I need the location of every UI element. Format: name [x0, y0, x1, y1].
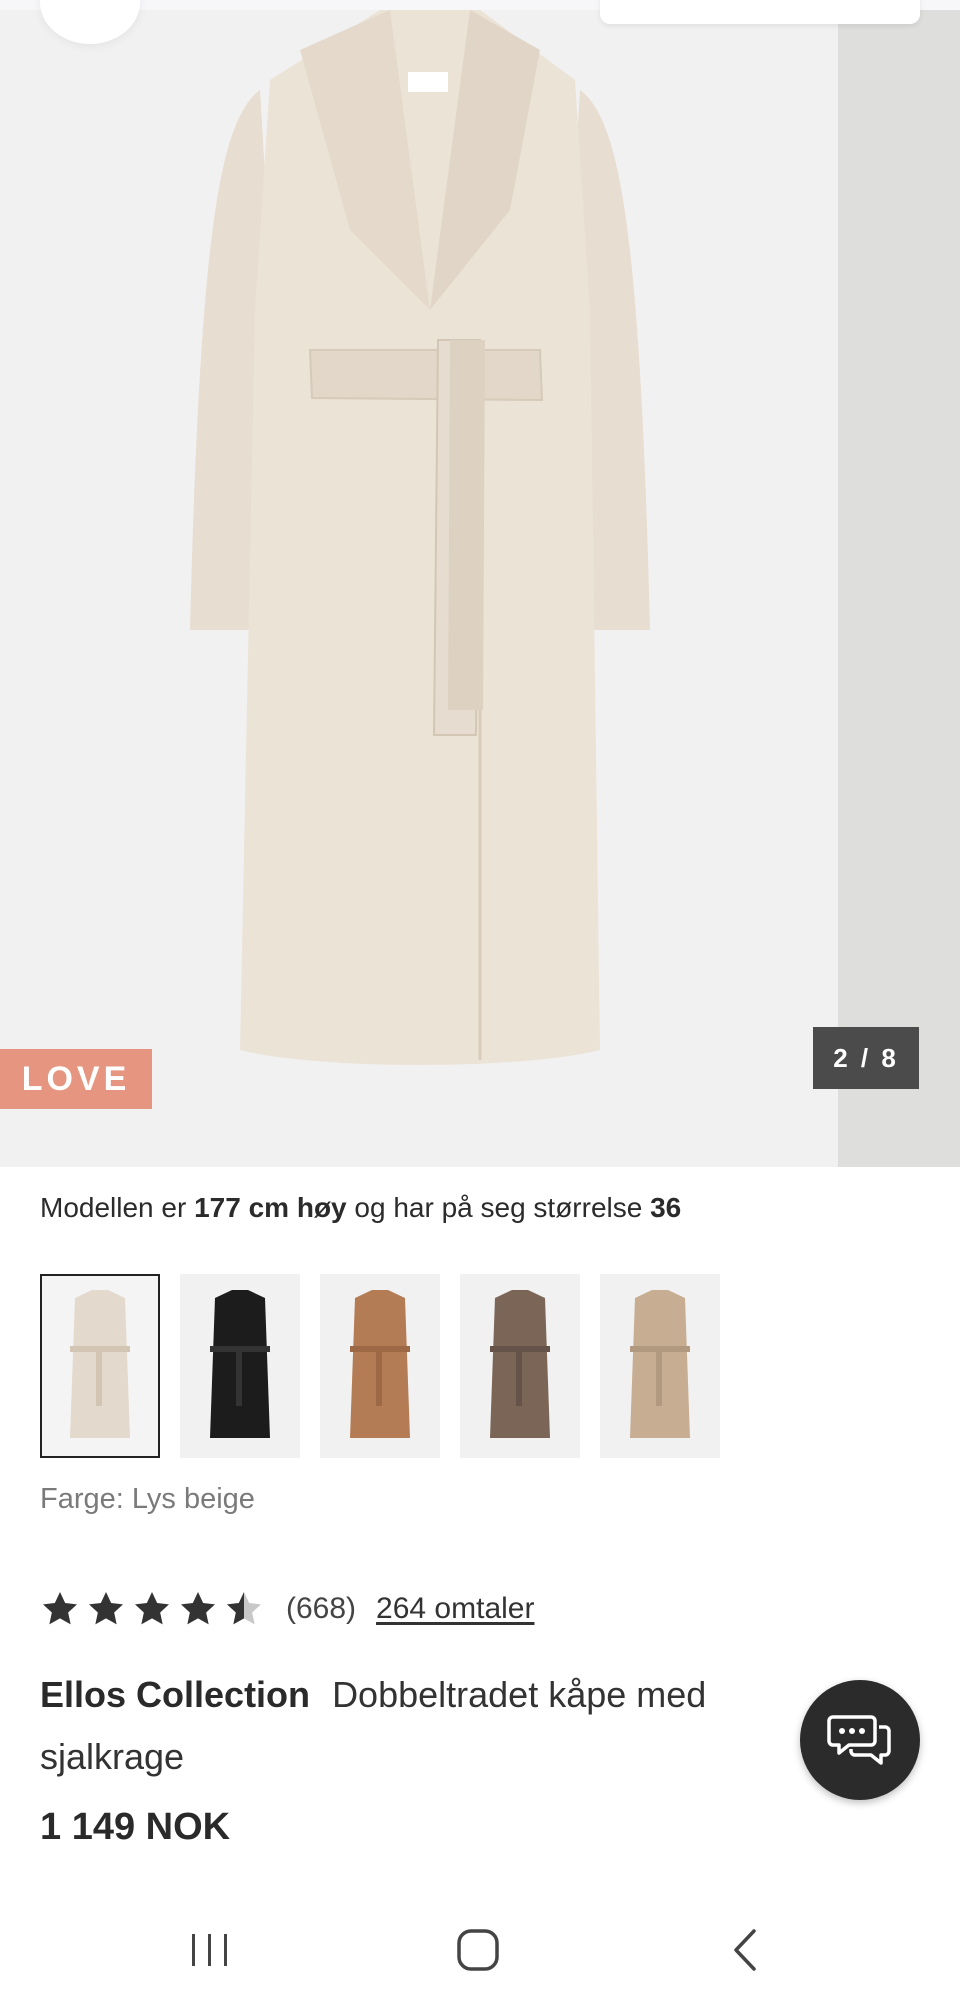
- chat-bubbles-icon: [827, 1715, 891, 1765]
- swatch-coat-icon: [630, 1290, 690, 1438]
- swatch-camel[interactable]: [320, 1274, 440, 1458]
- love-badge: LOVE: [0, 1049, 152, 1109]
- model-info-middle: og har på seg størrelse: [354, 1192, 643, 1223]
- recent-apps-icon: [192, 1934, 227, 1966]
- product-title: Ellos Collection Dobbeltradet kåpe med s…: [40, 1664, 800, 1788]
- rating-row: (668) 264 omtaler: [40, 1586, 534, 1632]
- swatch-beige[interactable]: [600, 1274, 720, 1458]
- star-full-icon: [181, 1592, 215, 1625]
- rating-stars: [40, 1589, 264, 1629]
- rating-count: (668): [286, 1592, 357, 1625]
- product-image-gallery[interactable]: LOVE 2 / 8: [0, 0, 960, 1167]
- color-swatches: [40, 1274, 720, 1458]
- favorite-button[interactable]: [40, 0, 140, 44]
- swatch-coat-icon: [210, 1290, 270, 1438]
- model-height: 177 cm høy: [194, 1192, 347, 1223]
- star-full-icon: [89, 1592, 123, 1625]
- reviews-link[interactable]: 264 omtaler: [376, 1592, 534, 1626]
- home-icon: [457, 1929, 499, 1971]
- swatch-brun[interactable]: [460, 1274, 580, 1458]
- system-nav-bar: [0, 1900, 960, 2002]
- swatch-coat-icon: [350, 1290, 410, 1438]
- image-pager: 2 / 8: [813, 1027, 919, 1089]
- model-size: 36: [650, 1192, 682, 1223]
- coat-illustration: [190, 10, 650, 1065]
- chat-button[interactable]: [800, 1680, 920, 1800]
- model-info-prefix: Modellen er: [40, 1192, 187, 1223]
- selected-color-label: Farge: Lys beige: [40, 1483, 255, 1515]
- star-half-icon: [227, 1592, 261, 1625]
- swatch-lys-beige[interactable]: [40, 1274, 160, 1458]
- back-icon: [734, 1929, 756, 1971]
- nav-back-button[interactable]: [706, 1920, 786, 1980]
- product-price: 1 149 NOK: [40, 1806, 231, 1848]
- product-brand[interactable]: Ellos Collection: [40, 1674, 310, 1715]
- product-image: [180, 10, 660, 1080]
- swatch-coat-icon: [70, 1290, 130, 1438]
- swatch-svart[interactable]: [180, 1274, 300, 1458]
- nav-recent-apps-button[interactable]: [170, 1920, 250, 1980]
- next-image-peek[interactable]: [838, 0, 960, 1167]
- swatch-coat-icon: [490, 1290, 550, 1438]
- star-full-icon: [135, 1592, 169, 1625]
- nav-home-button[interactable]: [438, 1920, 518, 1980]
- star-full-icon: [43, 1592, 77, 1625]
- model-info: Modellen er 177 cm høy og har på seg stø…: [40, 1192, 681, 1224]
